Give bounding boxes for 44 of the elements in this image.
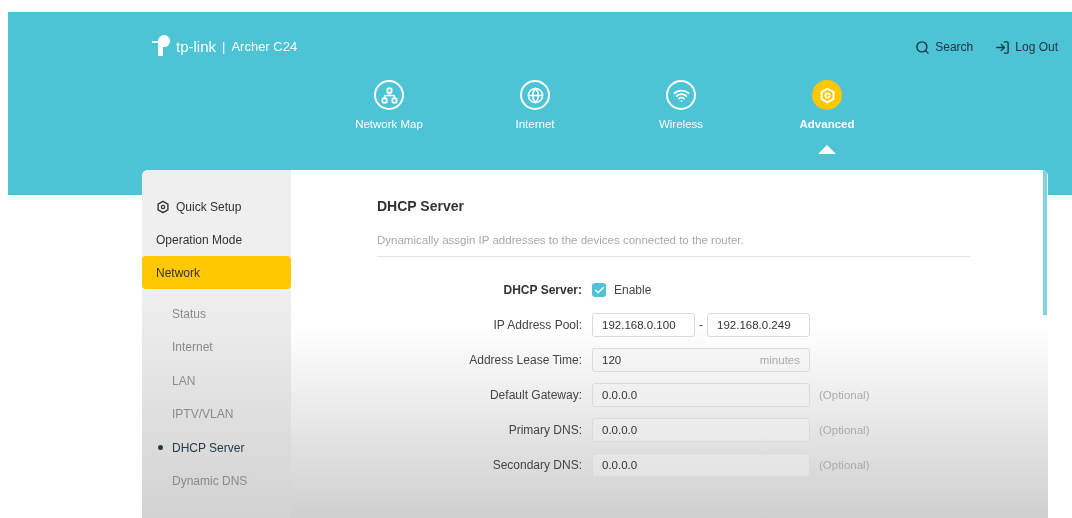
optional-note: (Optional) xyxy=(819,422,870,438)
range-separator: - xyxy=(698,317,704,335)
field-value: 120 xyxy=(602,352,622,368)
field-label: Default Gateway: xyxy=(489,387,582,405)
field-label: DHCP Server: xyxy=(503,282,582,300)
field-value: 192.168.0.249 xyxy=(717,317,791,333)
field-value: 0.0.0.0 xyxy=(602,457,638,473)
sidebar-item[interactable]: Quick Setup xyxy=(142,190,291,223)
logo-icon xyxy=(149,35,173,59)
sidebar-item[interactable]: Operation Mode xyxy=(142,223,291,256)
input-field[interactable]: 0.0.0.0 xyxy=(592,383,810,408)
globe-icon xyxy=(526,86,544,104)
logout-icon xyxy=(995,39,1011,55)
end-ip-field[interactable]: 192.168.0.249 xyxy=(707,313,810,338)
search-icon xyxy=(915,39,931,55)
brand-separator: | xyxy=(222,38,226,57)
section-title: DHCP Server xyxy=(377,197,465,216)
bullet-icon xyxy=(158,445,163,451)
input-field[interactable]: 0.0.0.0 xyxy=(592,453,810,478)
field-label: Primary DNS: xyxy=(508,422,582,440)
field-value: 0.0.0.0 xyxy=(602,387,638,403)
brand-name: tp-link xyxy=(176,36,216,57)
search-button[interactable]: Search xyxy=(915,38,974,56)
input-field[interactable]: 0.0.0.0 xyxy=(592,418,810,443)
field-label: Secondary DNS: xyxy=(492,457,582,475)
hexagon-gear-icon xyxy=(156,199,170,214)
tab-pointer xyxy=(818,145,836,155)
field-value: 192.168.0.100 xyxy=(602,317,676,333)
hexagon-gear-icon xyxy=(818,86,836,104)
network-icon xyxy=(380,86,398,104)
field-label: Address Lease Time: xyxy=(469,352,582,370)
field-label: IP Address Pool: xyxy=(493,317,582,335)
model-name: Archer C24 xyxy=(231,38,298,57)
field-value: 0.0.0.0 xyxy=(602,422,638,438)
optional-note: (Optional) xyxy=(819,387,870,403)
unit-label: minutes xyxy=(759,352,800,368)
section-description: Dynamically assgin IP addresses to the devices connected to the router. xyxy=(377,232,970,258)
sidebar-subitem[interactable]: DHCP Server xyxy=(142,431,291,465)
sidebar-item[interactable]: Network xyxy=(142,256,291,289)
scrollbar-thumb[interactable] xyxy=(1043,170,1047,315)
lease-time-field[interactable]: 120 minutes xyxy=(592,348,810,373)
enable-checkbox[interactable]: Enable xyxy=(592,281,652,300)
logout-button[interactable]: Log Out xyxy=(995,38,1058,56)
start-ip-field[interactable]: 192.168.0.100 xyxy=(592,313,695,338)
